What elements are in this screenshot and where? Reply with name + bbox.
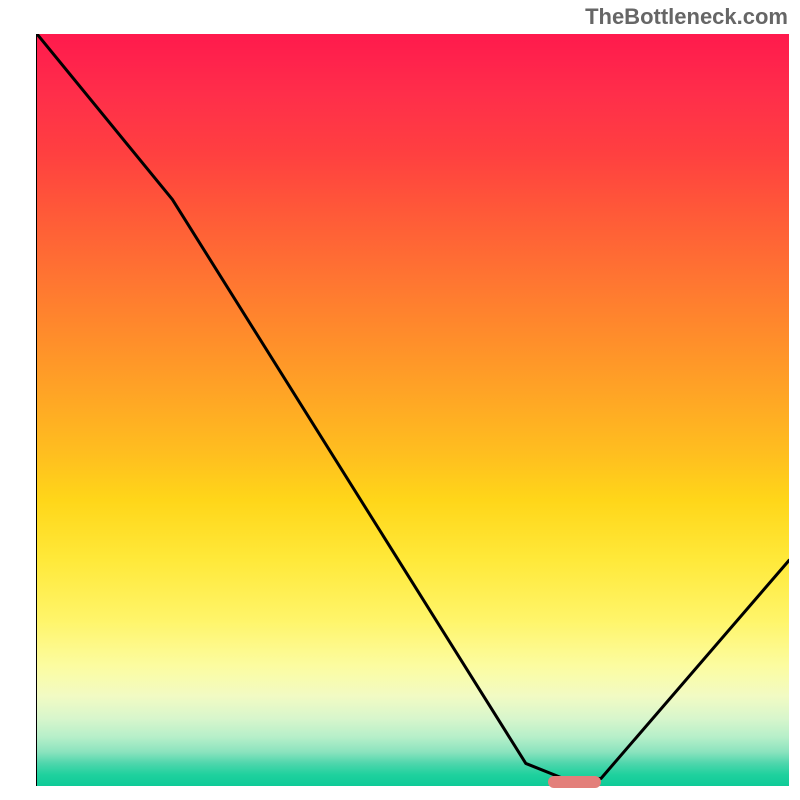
optimal-range-marker (548, 776, 601, 788)
watermark-text: TheBottleneck.com (585, 4, 788, 30)
chart-svg (37, 34, 789, 786)
bottleneck-curve (37, 34, 789, 778)
chart-container (37, 34, 789, 786)
